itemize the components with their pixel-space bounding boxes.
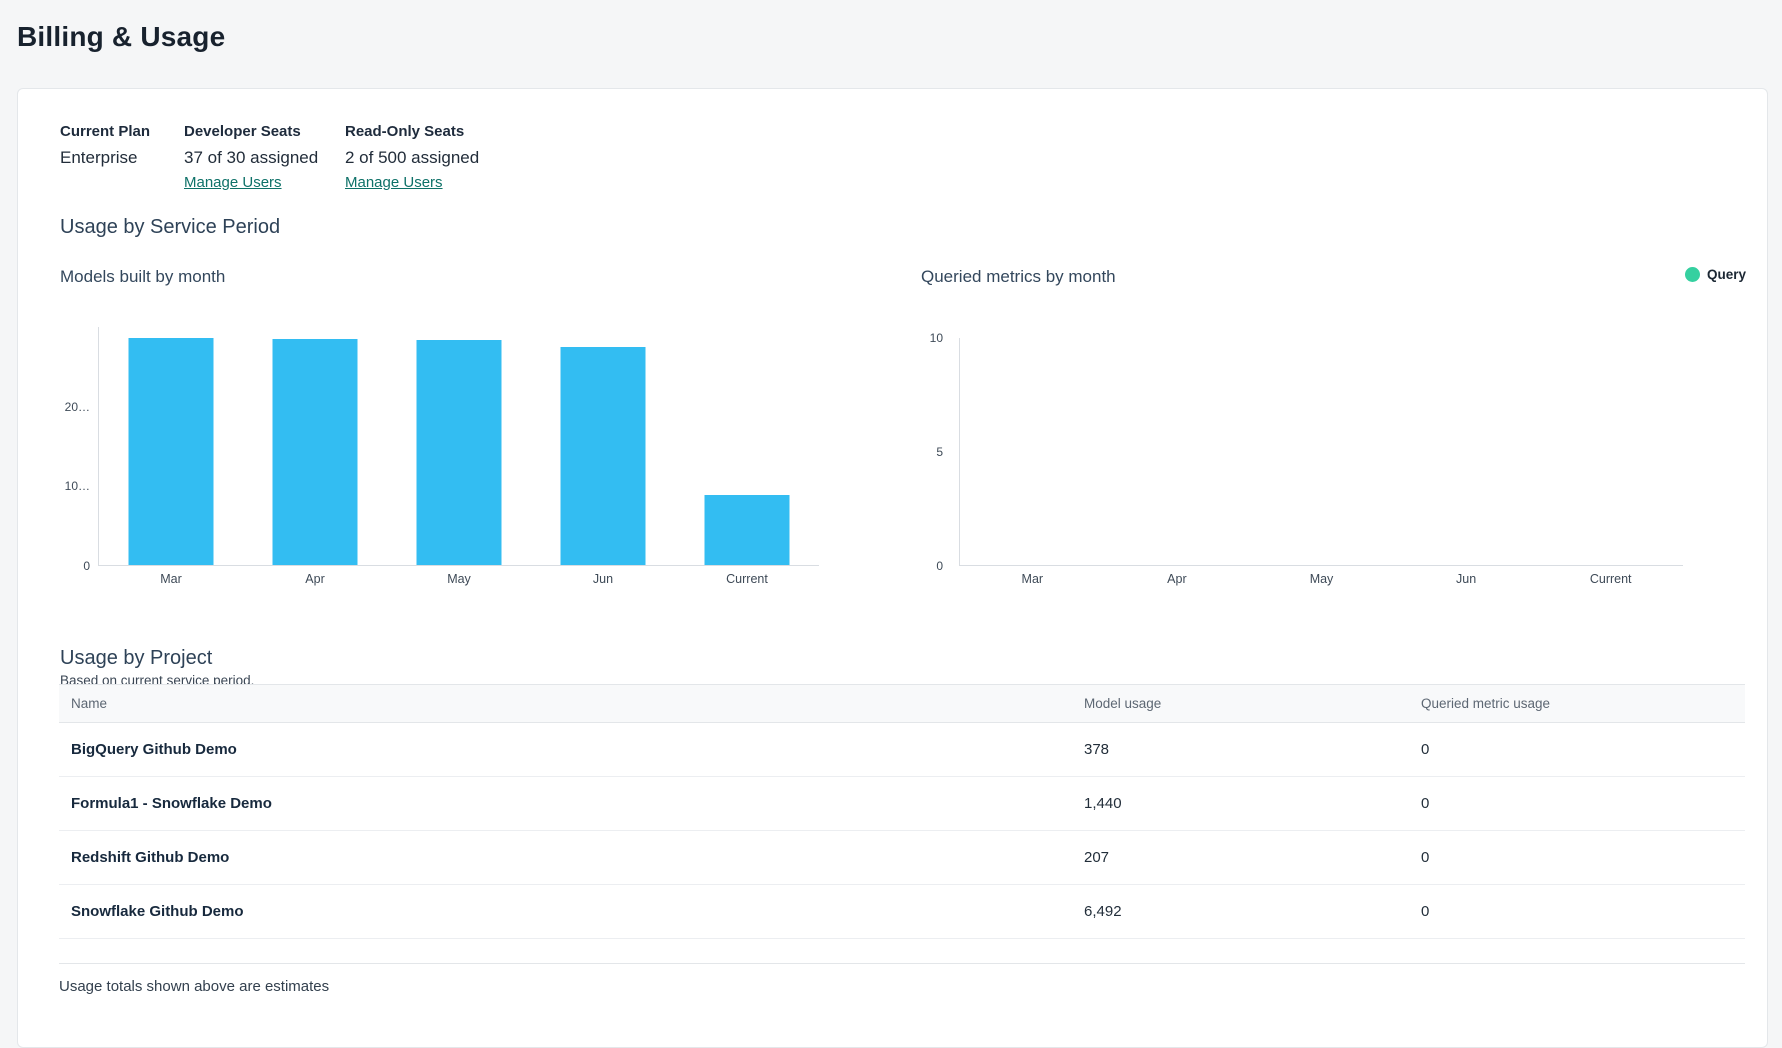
usage-estimates-note: Usage totals shown above are estimates (59, 977, 329, 997)
project-name-cell: Snowflake Github Demo (59, 885, 1072, 939)
table-row: BigQuery Github Demo 378 0 (59, 723, 1745, 777)
queried-metric-usage-cell: 0 (1409, 831, 1745, 885)
models-chart-plot: MarAprMayJunCurrent (98, 327, 819, 566)
developer-seats-value: 37 of 30 assigned (184, 147, 318, 169)
models-chart-title: Models built by month (60, 267, 225, 287)
x-tick-label: Apr (305, 572, 324, 586)
readonly-seats-block: Read-Only Seats 2 of 500 assigned Manage… (345, 122, 479, 192)
queried-metric-usage-cell: 0 (1409, 885, 1745, 939)
x-tick-label: May (447, 572, 471, 586)
model-usage-cell: 6,492 (1072, 885, 1409, 939)
queried-metric-usage-cell: 0 (1409, 723, 1745, 777)
table-body: BigQuery Github Demo 378 0 Formula1 - Sn… (59, 723, 1745, 939)
column-header-queried-metric-usage: Queried metric usage (1409, 685, 1745, 723)
y-tick-label: 10… (65, 479, 90, 493)
y-tick-label: 10 (930, 331, 943, 345)
table-row: Snowflake Github Demo 6,492 0 (59, 885, 1745, 939)
model-usage-cell: 1,440 (1072, 777, 1409, 831)
current-plan-value: Enterprise (60, 147, 137, 169)
manage-users-developer-link[interactable]: Manage Users (184, 173, 282, 192)
y-tick-label: 0 (936, 559, 943, 573)
table-header-row: Name Model usage Queried metric usage (59, 685, 1745, 723)
column-header-model-usage: Model usage (1072, 685, 1409, 723)
manage-users-readonly-link[interactable]: Manage Users (345, 173, 443, 192)
x-tick-label: Mar (160, 572, 182, 586)
usage-by-project-table: Name Model usage Queried metric usage Bi… (59, 684, 1745, 964)
queried-chart-plot: MarAprMayJunCurrent (959, 338, 1683, 566)
legend-label: Query (1707, 267, 1746, 282)
page-title: Billing & Usage (17, 21, 225, 53)
developer-seats-label: Developer Seats (184, 122, 301, 142)
project-heading: Usage by Project (60, 647, 212, 670)
models-chart-y-axis: 010…20… (60, 327, 98, 566)
y-tick-label: 0 (83, 559, 90, 573)
project-name-cell: Redshift Github Demo (59, 831, 1072, 885)
plan-summary: Current Plan Enterprise Developer Seats … (60, 122, 479, 192)
x-tick-label: May (1310, 572, 1334, 586)
developer-seats-block: Developer Seats 37 of 30 assigned Manage… (184, 122, 345, 192)
x-tick-label: Mar (1022, 572, 1044, 586)
queried-chart-y-axis: 0510 (913, 338, 951, 566)
bar-apr (273, 339, 358, 565)
service-period-heading: Usage by Service Period (60, 216, 280, 239)
y-tick-label: 20… (65, 400, 90, 414)
x-tick-label: Apr (1167, 572, 1186, 586)
model-usage-cell: 207 (1072, 831, 1409, 885)
current-plan-block: Current Plan Enterprise (60, 122, 184, 192)
table-row: Formula1 - Snowflake Demo 1,440 0 (59, 777, 1745, 831)
project-name-cell: Formula1 - Snowflake Demo (59, 777, 1072, 831)
bar-mar (129, 338, 214, 565)
bar-jun (561, 347, 646, 565)
project-name-cell: BigQuery Github Demo (59, 723, 1072, 777)
current-plan-label: Current Plan (60, 122, 150, 142)
x-tick-label: Jun (1456, 572, 1476, 586)
column-header-name: Name (59, 685, 1072, 723)
queried-metric-usage-cell: 0 (1409, 777, 1745, 831)
queried-chart-title: Queried metrics by month (921, 267, 1116, 287)
table-row: Redshift Github Demo 207 0 (59, 831, 1745, 885)
legend-dot-icon (1685, 267, 1700, 282)
billing-card: Current Plan Enterprise Developer Seats … (17, 88, 1768, 1048)
model-usage-cell: 378 (1072, 723, 1409, 777)
bar-current (705, 495, 790, 565)
x-tick-label: Jun (593, 572, 613, 586)
readonly-seats-label: Read-Only Seats (345, 122, 464, 142)
y-tick-label: 5 (936, 445, 943, 459)
table-footer-row (59, 939, 1745, 964)
x-tick-label: Current (726, 572, 768, 586)
query-legend: Query (1685, 267, 1746, 282)
bar-may (417, 340, 502, 565)
readonly-seats-value: 2 of 500 assigned (345, 147, 479, 169)
x-tick-label: Current (1590, 572, 1632, 586)
